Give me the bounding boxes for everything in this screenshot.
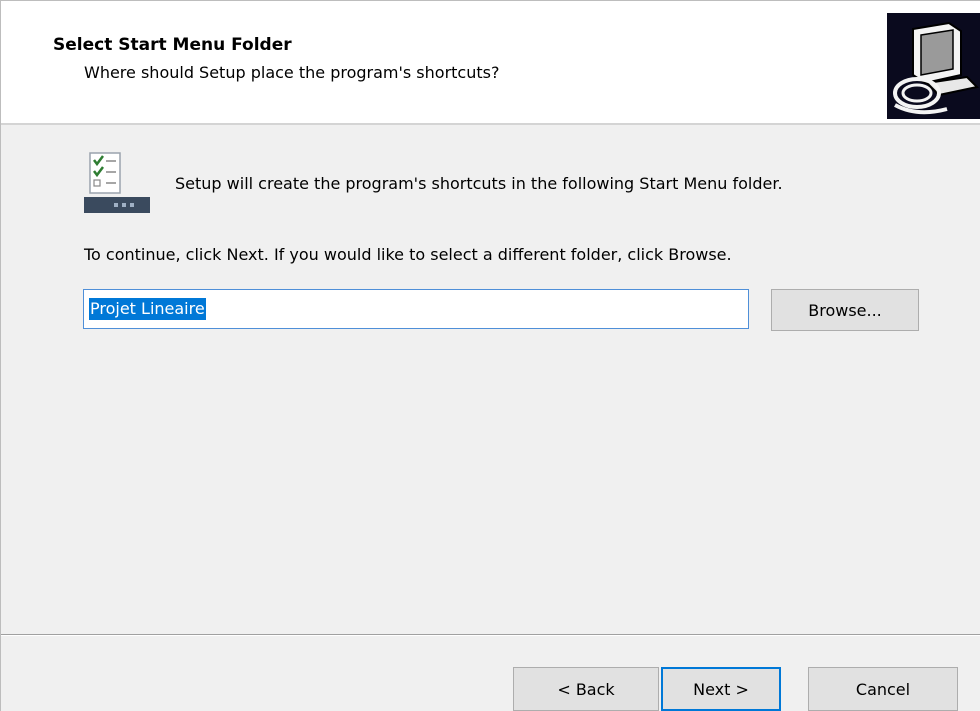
setup-computer-icon-graphic xyxy=(887,13,980,119)
page-subtitle: Where should Setup place the program's s… xyxy=(84,63,500,82)
next-button[interactable]: Next > xyxy=(661,667,781,711)
instruction-text: To continue, click Next. If you would li… xyxy=(84,245,732,264)
wizard-header: Select Start Menu Folder Where should Se… xyxy=(1,1,980,125)
start-menu-folder-input[interactable]: Projet Lineaire xyxy=(83,289,749,329)
back-button[interactable]: < Back xyxy=(513,667,659,711)
browse-button[interactable]: Browse... xyxy=(771,289,919,331)
page-title: Select Start Menu Folder xyxy=(53,35,292,55)
setup-wizard-window: Select Start Menu Folder Where should Se… xyxy=(0,0,980,711)
start-menu-checklist-icon xyxy=(84,151,150,215)
intro-text: Setup will create the program's shortcut… xyxy=(175,174,783,193)
cancel-button[interactable]: Cancel xyxy=(808,667,958,711)
setup-computer-icon xyxy=(887,13,980,119)
checklist-icon-graphic xyxy=(84,152,150,213)
footer-divider xyxy=(1,634,980,636)
folder-input-selected-text[interactable]: Projet Lineaire xyxy=(89,298,206,320)
